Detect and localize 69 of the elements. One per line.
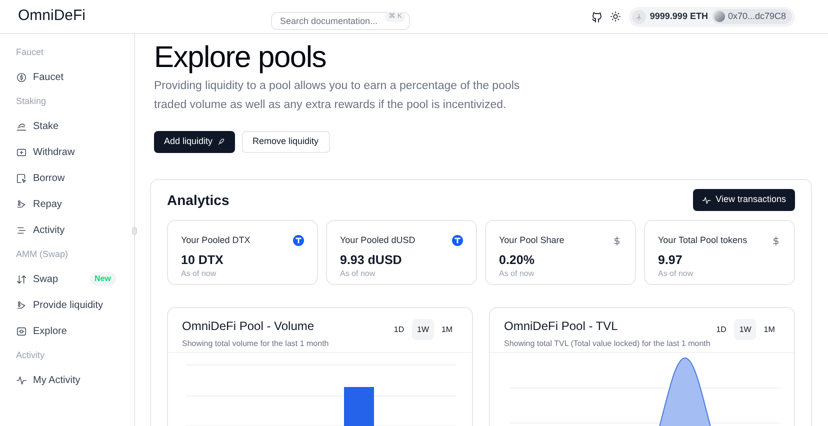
account-button[interactable]: 0x70...dc79C8 bbox=[712, 9, 792, 24]
dollar-icon bbox=[771, 236, 781, 246]
wallet-pill[interactable]: 9999.999 ETH 0x70...dc79C8 bbox=[628, 6, 795, 26]
nav-icon bbox=[16, 72, 27, 82]
add-liquidity-button[interactable]: Add liquidity bbox=[154, 131, 235, 153]
sun-icon bbox=[610, 11, 621, 22]
nav-icon bbox=[16, 300, 27, 310]
section-title: Analytics bbox=[167, 190, 230, 210]
volume-bars-drawing bbox=[344, 387, 374, 426]
stat-note: As of now bbox=[181, 268, 218, 280]
rocket-icon bbox=[216, 138, 225, 146]
nav-icon bbox=[16, 172, 27, 184]
range-tab[interactable]: 1D bbox=[388, 319, 410, 340]
stat-value: 10 DTX bbox=[181, 252, 224, 268]
sidebar-link[interactable]: Withdraw bbox=[16, 144, 75, 160]
resize-handle[interactable] bbox=[132, 227, 137, 235]
page-title: Explore pools bbox=[153, 40, 328, 76]
stat-value: 9.93 dUSD bbox=[340, 252, 403, 268]
remove-liquidity-button[interactable]: Remove liquidity bbox=[242, 131, 330, 153]
section-label: AMM (Swap) bbox=[16, 248, 70, 261]
sidebar-link[interactable]: My Activity bbox=[16, 372, 80, 388]
view-transactions-button[interactable]: View transactions bbox=[692, 189, 795, 211]
range-tab[interactable]: 1W bbox=[734, 319, 756, 340]
new-badge: New bbox=[90, 272, 116, 286]
range-tab[interactable]: 1W bbox=[412, 319, 434, 340]
sidebar-link[interactable]: Stake bbox=[16, 118, 59, 134]
range-tab[interactable]: 1D bbox=[710, 319, 732, 340]
section-label: Faucet bbox=[16, 46, 45, 59]
avatar-icon bbox=[714, 11, 725, 22]
stat-value: 0.20% bbox=[499, 252, 536, 268]
stat-value: 9.97 bbox=[658, 252, 684, 268]
token-icon bbox=[293, 235, 304, 246]
page-description: Providing liquidity to a pool allows you to earn a percentage of the pools traded volume as well as any extra rewards if the pool is incentivized. bbox=[153, 79, 521, 113]
stat-note: As of now bbox=[499, 268, 536, 280]
chart-subtitle: Showing total volume for the last 1 month bbox=[182, 338, 329, 350]
dollar-icon bbox=[612, 236, 622, 246]
stat-label: Your Pooled DTX bbox=[181, 234, 250, 247]
sidebar-link[interactable]: Repay bbox=[16, 196, 62, 212]
network-icon bbox=[634, 12, 643, 20]
nav-icon bbox=[16, 374, 27, 386]
sidebar-link[interactable]: Faucet bbox=[16, 70, 64, 84]
sidebar-link[interactable]: Provide liquidity bbox=[16, 298, 104, 312]
stat-label: Your Pool Share bbox=[499, 234, 564, 247]
sidebar-link[interactable]: Activity bbox=[16, 222, 65, 238]
nav-icon bbox=[16, 198, 27, 210]
section-label: Staking bbox=[16, 94, 48, 108]
sidebar-link[interactable]: Borrow bbox=[16, 170, 65, 186]
activity-icon bbox=[702, 196, 711, 204]
nav-icon bbox=[16, 146, 27, 158]
sidebar-link[interactable]: Swap bbox=[16, 272, 58, 286]
chart-subtitle: Showing total TVL (Total value locked) for the last 1 month bbox=[504, 338, 710, 350]
github-icon bbox=[590, 10, 603, 22]
chart-title: OmniDeFi Pool - TVL bbox=[504, 318, 619, 335]
range-tab[interactable]: 1M bbox=[436, 319, 458, 340]
stat-note: As of now bbox=[340, 268, 376, 280]
stat-note: As of now bbox=[658, 268, 694, 280]
token-icon bbox=[452, 235, 463, 246]
stat-label: Your Pooled dUSD bbox=[340, 234, 416, 247]
stat-label: Your Total Pool tokens bbox=[658, 234, 748, 247]
balance-text: 9999.999 ETH bbox=[650, 10, 708, 23]
section-label: Activity bbox=[16, 348, 46, 362]
nav-icon bbox=[16, 274, 27, 284]
range-tab[interactable]: 1M bbox=[758, 319, 780, 340]
app-logo[interactable]: OmniDeFi bbox=[18, 5, 271, 28]
sidebar-link[interactable]: Explore bbox=[16, 324, 67, 338]
nav-icon bbox=[16, 224, 27, 236]
address-text: 0x70...dc79C8 bbox=[728, 10, 786, 23]
nav-icon bbox=[16, 326, 27, 336]
chart-title: OmniDeFi Pool - Volume bbox=[182, 318, 316, 335]
